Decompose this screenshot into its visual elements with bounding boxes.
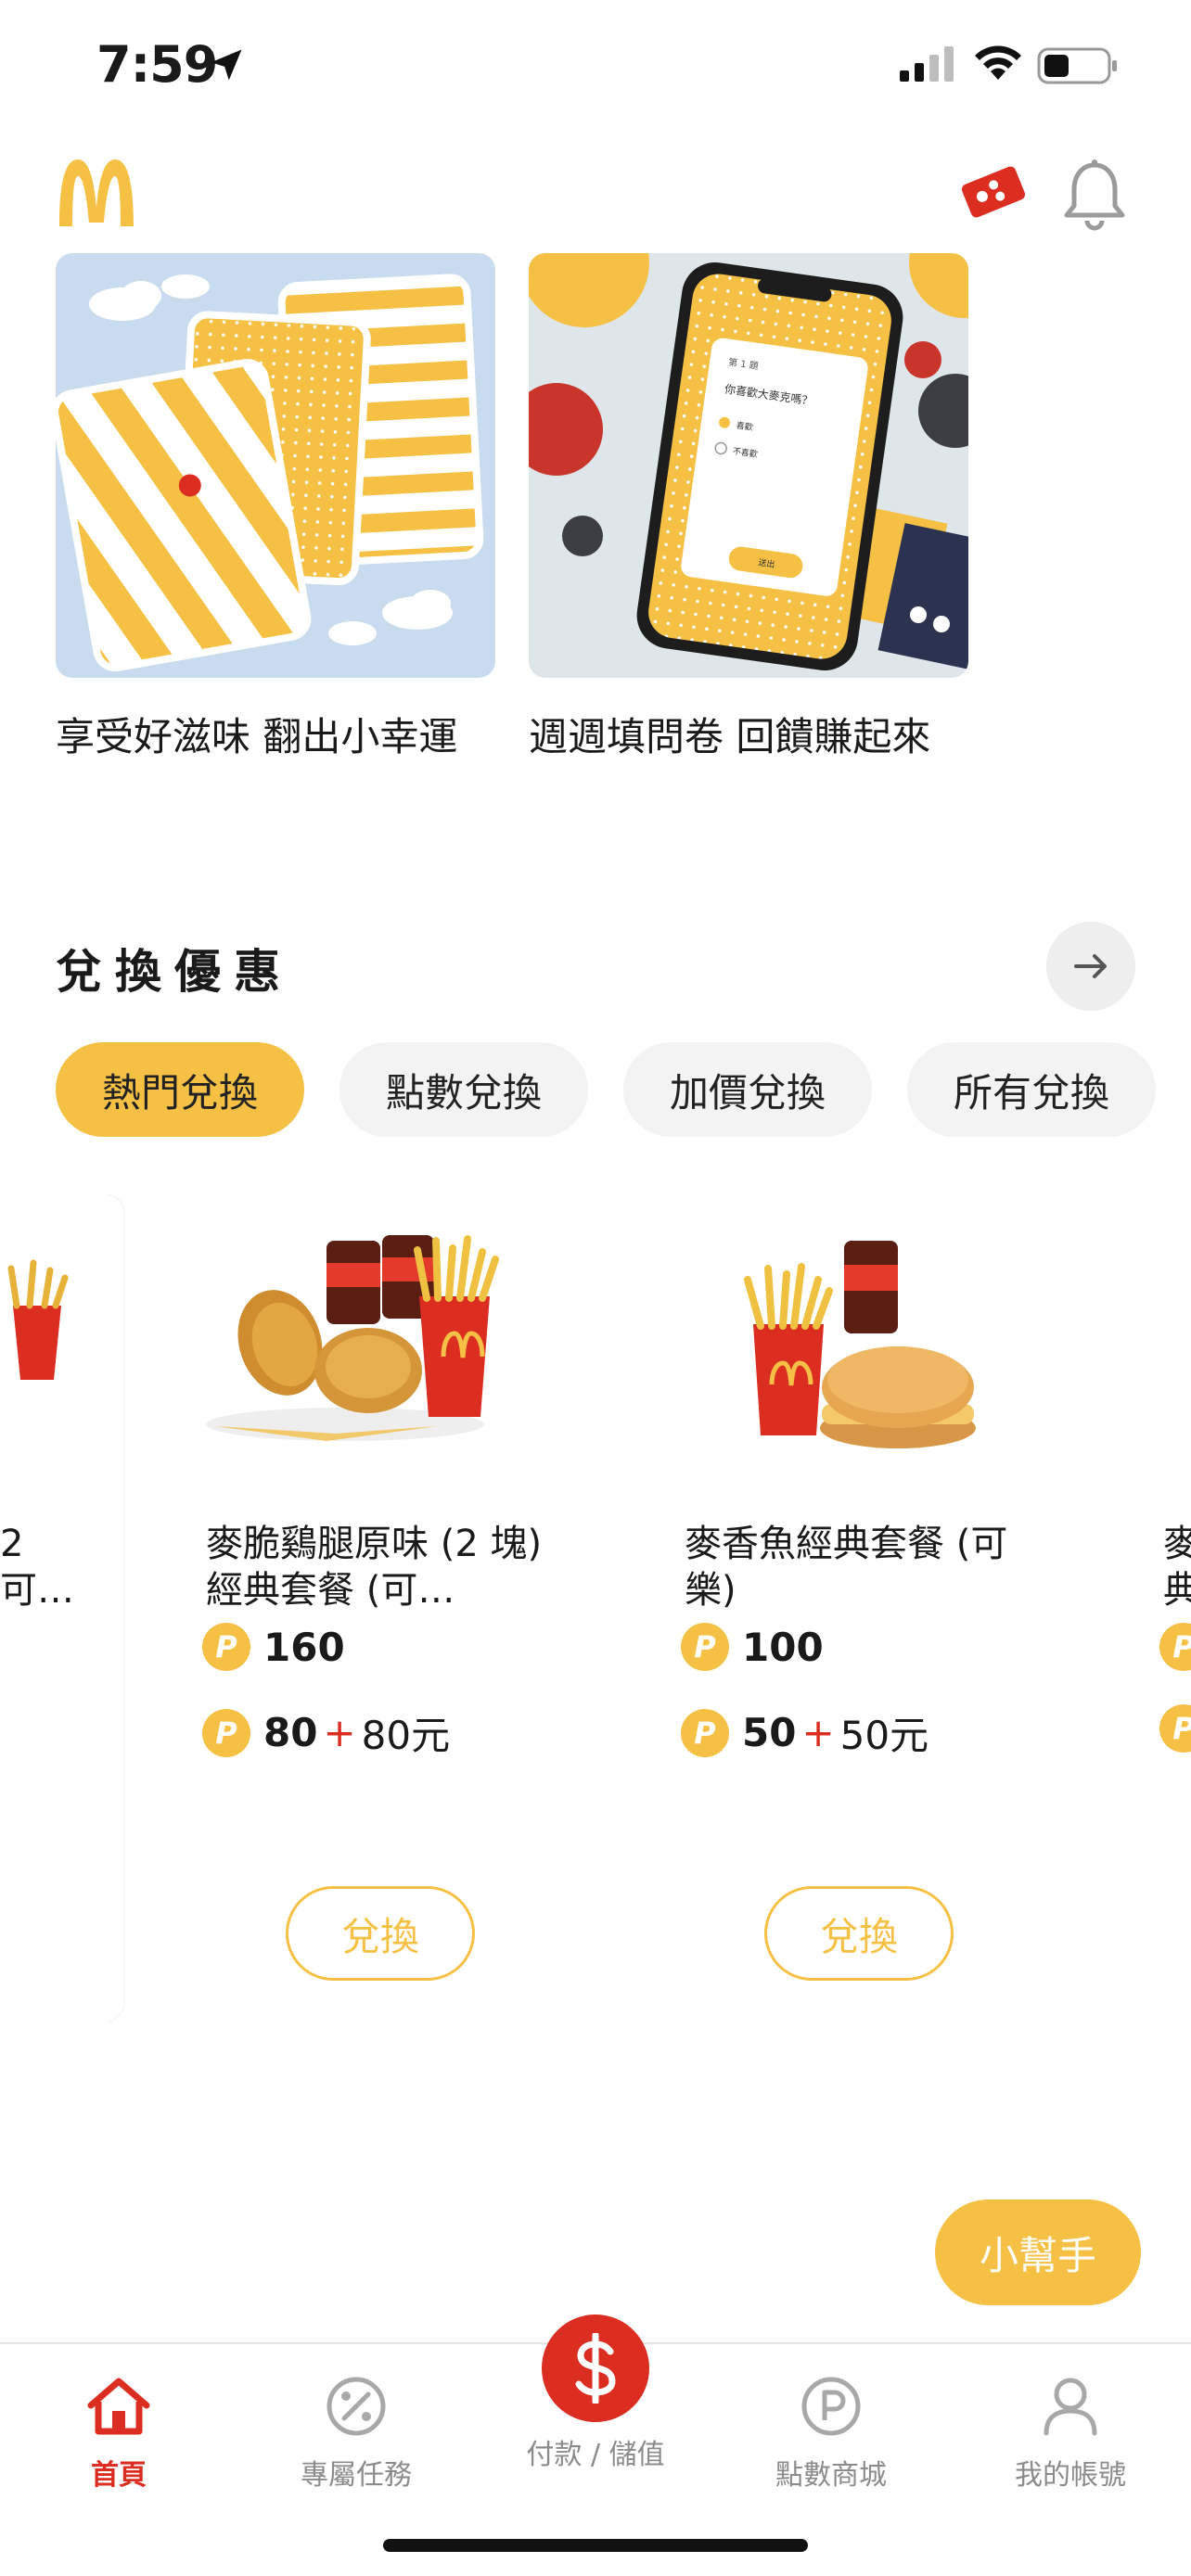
pay-button[interactable] (542, 2315, 649, 2422)
redeem-cards-carousel[interactable]: 2 可… 麥脆鷄腿原味 (2 塊) 經典套餐 (可… P 160 P 80 + … (0, 1194, 1191, 2021)
promo-image-phone: 第 1 題 你喜歡大麥克嗎？ 喜歡 不喜歡 送出 (529, 253, 968, 678)
wifi-icon (975, 45, 1021, 80)
tab-addon-redeem[interactable]: 加價兌換 (623, 1042, 873, 1137)
nav-label: 專屬任務 (301, 2459, 412, 2492)
redeem-tabs: 熱門兌換 點數兌換 加價兌換 所有兌換 (56, 1042, 1157, 1137)
combo-points: 50 (742, 1710, 797, 1755)
product-card-partial-right[interactable]: 麥 典 P P (1117, 1194, 1191, 2021)
status-time: 7:59 (96, 35, 218, 94)
nav-label: 首頁 (91, 2459, 147, 2492)
see-all-button[interactable] (1046, 922, 1135, 1011)
price-combo-row: P 50 + 50元 (681, 1704, 928, 1761)
promo-image-cards (56, 253, 495, 678)
combo-points: 80 (263, 1710, 318, 1755)
points-coin-icon: P (681, 1623, 729, 1671)
price-points-row: P 160 (202, 1623, 345, 1671)
plus-sign: + (801, 1710, 835, 1755)
coupon-icon[interactable] (959, 163, 1028, 221)
points-coin-icon: P (202, 1708, 250, 1757)
nav-pay[interactable]: 付款 / 儲值 (493, 2431, 698, 2472)
points-coin-icon: P (1159, 1704, 1191, 1753)
promo-card-survey[interactable]: 第 1 題 你喜歡大麥克嗎？ 喜歡 不喜歡 送出 週週填問卷 回饋賺起來 (529, 253, 968, 762)
points-coin-icon: P (681, 1708, 729, 1757)
battery-icon (1037, 47, 1117, 84)
promo-title: 享受好滋味 翻出小幸運 (56, 714, 458, 759)
nav-label: 付款 / 儲值 (526, 2439, 665, 2471)
product-image (744, 1241, 976, 1448)
section-title-redeem: 兌換優惠 (56, 945, 293, 999)
points-coin-icon: P (1159, 1623, 1191, 1671)
nav-home[interactable]: 首頁 (17, 2370, 221, 2493)
mcdonalds-logo[interactable] (56, 156, 137, 226)
nav-account[interactable]: 我的帳號 (968, 2370, 1172, 2493)
redeem-button[interactable]: 兌換 (764, 1886, 954, 1981)
price-combo-row: P 80 + 80元 (202, 1704, 450, 1761)
product-card-partial-left[interactable]: 2 可… (0, 1194, 124, 2021)
combo-cash: 80元 (361, 1713, 451, 1758)
price-points: 160 (263, 1624, 345, 1670)
product-name: 麥香魚經典套餐 (可樂) (685, 1523, 1008, 1612)
percent-badge-icon (327, 2377, 386, 2436)
product-card[interactable]: 麥香魚經典套餐 (可樂) P 100 P 50 + 50元 兌換 (638, 1194, 1082, 2021)
price-points: 100 (742, 1624, 824, 1670)
dollar-icon (575, 2333, 616, 2404)
points-icon (801, 2377, 861, 2436)
product-image (206, 1235, 499, 1441)
home-indicator (383, 2539, 808, 2552)
product-image (7, 1259, 69, 1380)
cellular-signal-icon (900, 46, 954, 82)
status-bar: 7:59 (0, 0, 1191, 134)
location-arrow-icon (211, 49, 242, 81)
combo-cash: 50元 (839, 1713, 929, 1758)
points-coin-icon: P (202, 1623, 250, 1671)
product-card[interactable]: 麥脆鷄腿原味 (2 塊) 經典套餐 (可… P 160 P 80 + 80元 兌… (160, 1194, 603, 2021)
nav-label: 點數商城 (775, 2459, 887, 2492)
nav-label: 我的帳號 (1015, 2459, 1126, 2492)
nav-points-mall[interactable]: 點數商城 (729, 2370, 933, 2493)
plus-sign: + (323, 1710, 356, 1755)
tab-points-redeem[interactable]: 點數兌換 (339, 1042, 589, 1137)
redeem-button[interactable]: 兌換 (286, 1886, 475, 1981)
helper-button[interactable]: 小幫手 (935, 2200, 1141, 2305)
bell-icon[interactable] (1057, 158, 1132, 232)
promo-card-scratch[interactable]: 享受好滋味 翻出小幸運 (56, 253, 495, 762)
home-icon (87, 2378, 150, 2435)
promo-title: 週週填問卷 回饋賺起來 (529, 714, 931, 759)
tab-all-redeem[interactable]: 所有兌換 (907, 1042, 1157, 1137)
product-name: 麥 典 (1163, 1523, 1191, 1612)
product-name: 麥脆鷄腿原味 (2 塊) 經典套餐 (可… (206, 1523, 543, 1612)
user-icon (1044, 2378, 1097, 2436)
price-points-row: P 100 (681, 1623, 824, 1671)
product-name: 2 可… (0, 1523, 74, 1612)
tab-hot-redeem[interactable]: 熱門兌換 (56, 1042, 305, 1137)
nav-missions[interactable]: 專屬任務 (254, 2370, 458, 2493)
arrow-right-icon (1074, 954, 1107, 978)
